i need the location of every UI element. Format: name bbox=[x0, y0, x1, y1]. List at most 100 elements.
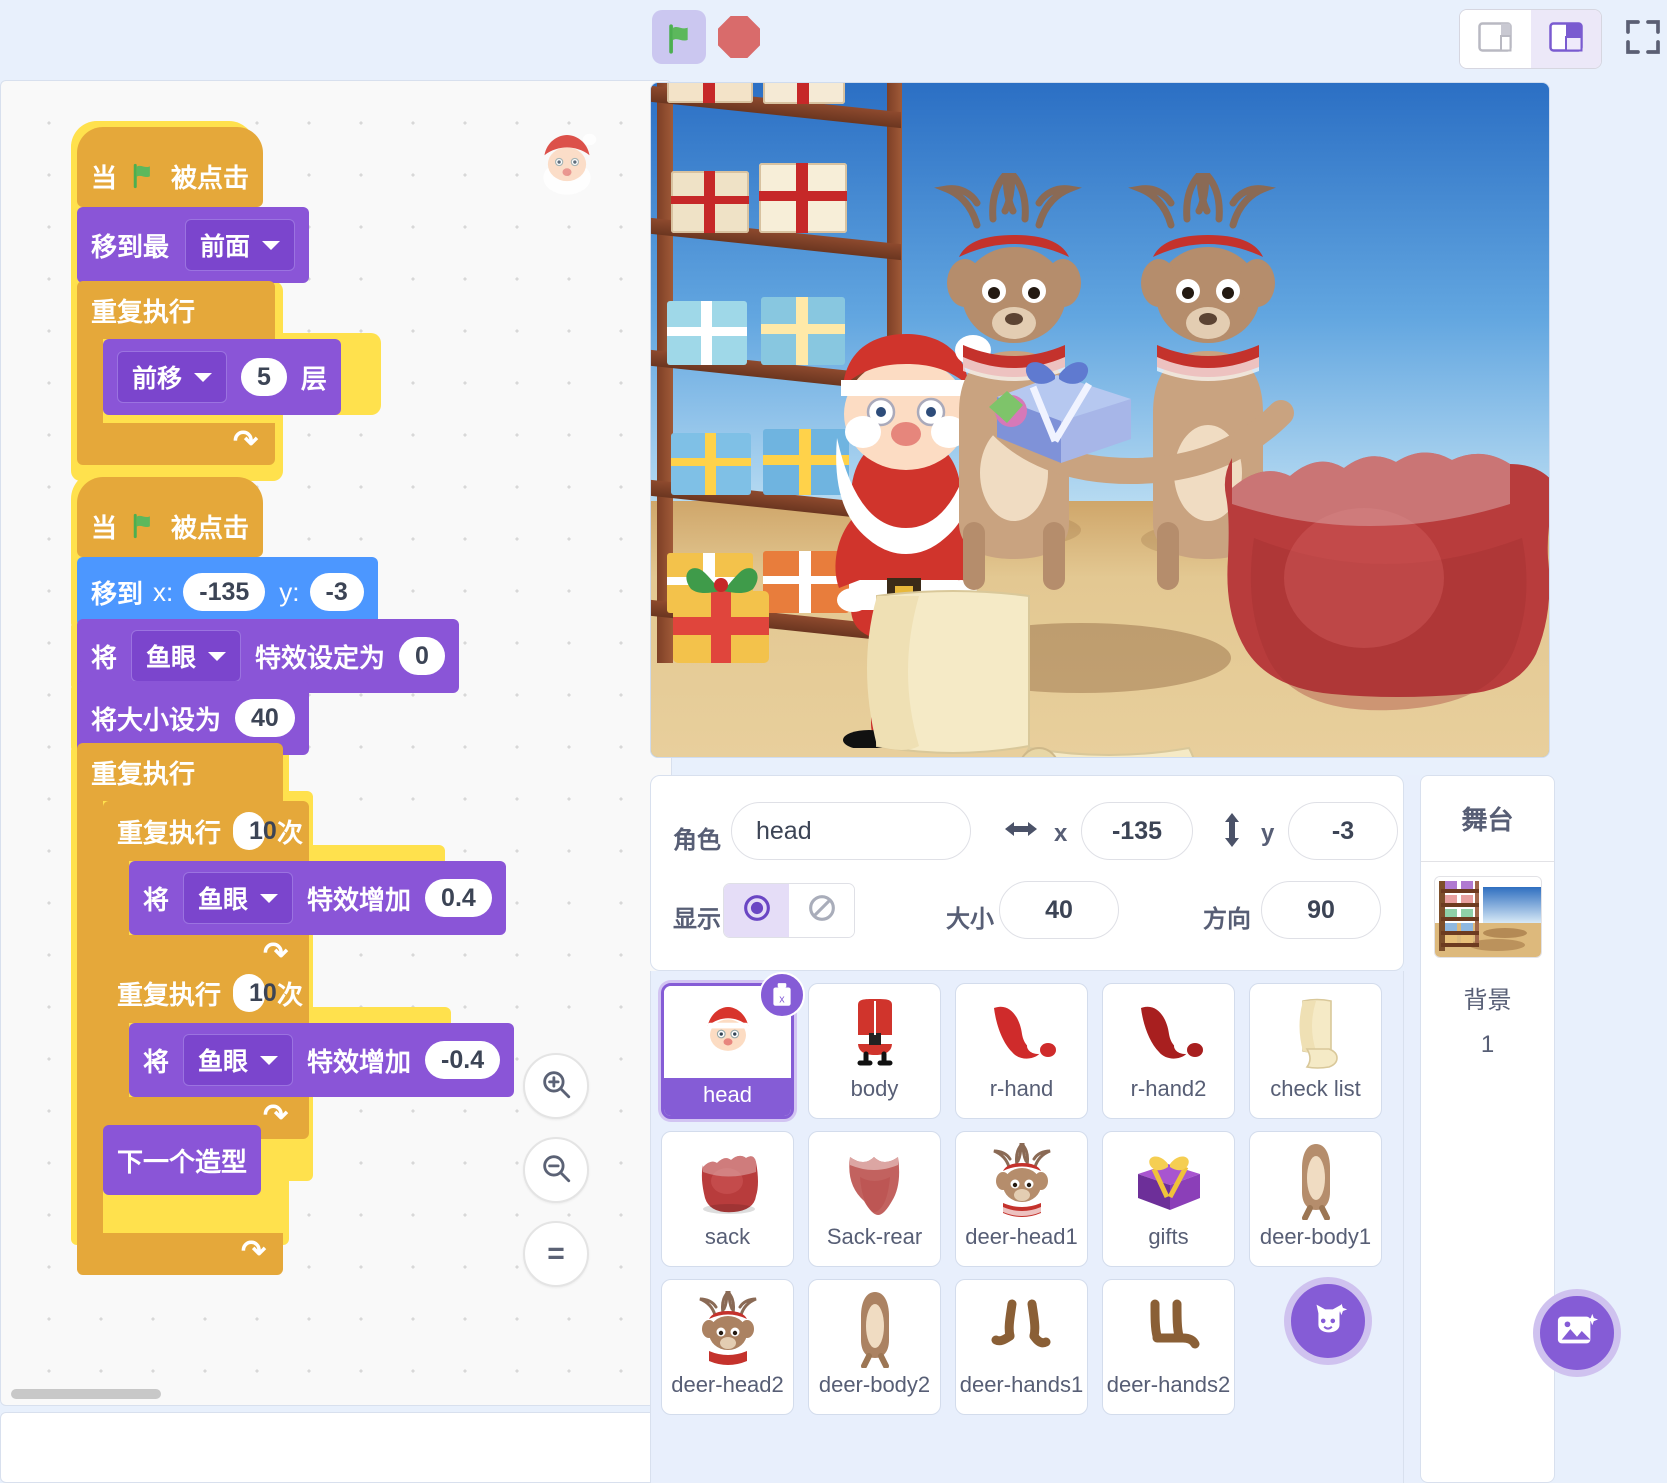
go-to-layer-label: 移到最 bbox=[91, 227, 169, 264]
sprite-card-deer-hands2[interactable]: deer-hands2 bbox=[1102, 1279, 1235, 1415]
sprite-thumb bbox=[1250, 1132, 1381, 1224]
top-toolbar bbox=[0, 0, 1667, 78]
sack-icon bbox=[693, 1147, 763, 1215]
green-flag-button[interactable] bbox=[652, 10, 706, 64]
x-input[interactable]: -135 bbox=[183, 573, 265, 611]
sprite-card-head[interactable]: x head bbox=[661, 983, 794, 1119]
sprite-card-deer-head2[interactable]: deer-head2 bbox=[661, 1279, 794, 1415]
sprite-name-value: head bbox=[756, 817, 812, 846]
when-flag-clicked-block[interactable]: 当 被点击 bbox=[77, 127, 263, 207]
sprite-card-label: sack bbox=[662, 1224, 793, 1250]
direction-input[interactable]: 90 bbox=[1261, 881, 1381, 939]
stop-button[interactable] bbox=[716, 14, 762, 60]
repeat-header-1[interactable]: 重复执行 10 次 bbox=[103, 801, 309, 861]
effect-dropdown-value: 鱼眼 bbox=[198, 880, 248, 916]
change-layer-block[interactable]: 前移 5 层 bbox=[103, 339, 341, 415]
zoom-out-icon bbox=[539, 1151, 573, 1190]
sprite-card-gifts[interactable]: gifts bbox=[1102, 1131, 1235, 1267]
change-layer-dropdown[interactable]: 前移 bbox=[117, 351, 227, 403]
gift-sprite bbox=[989, 351, 1139, 476]
sprite-thumb bbox=[1103, 1132, 1234, 1224]
forever-block-outer[interactable]: 重复执行 ↷ 重复执行 10 次 ↷ 将 鱼眼 bbox=[77, 743, 283, 801]
sprite-card-r-hand2[interactable]: r-hand2 bbox=[1102, 983, 1235, 1119]
repeat-count-input[interactable]: 10 bbox=[233, 974, 265, 1012]
next-costume-block[interactable]: 下一个造型 bbox=[103, 1125, 261, 1195]
sprite-card-label: Sack-rear bbox=[809, 1224, 940, 1250]
repeat-label-after: 次 bbox=[277, 975, 303, 1012]
add-sprite-button[interactable] bbox=[1284, 1277, 1372, 1365]
go-to-xy-block[interactable]: 移到 x: -135 y: -3 bbox=[77, 557, 378, 627]
svg-text:x: x bbox=[779, 994, 785, 1006]
chevron-down-icon bbox=[260, 1056, 278, 1065]
sprite-card-check-list[interactable]: check list bbox=[1249, 983, 1382, 1119]
effect-value-input[interactable]: 0 bbox=[399, 637, 445, 675]
y-input[interactable]: -3 bbox=[310, 573, 364, 611]
gift-package bbox=[667, 301, 747, 365]
zoom-reset-button[interactable]: = bbox=[523, 1221, 589, 1287]
code-workspace[interactable]: 当 被点击 移到最 前面 重复执行 ↷ bbox=[0, 80, 672, 1406]
show-sprite-button[interactable] bbox=[724, 884, 789, 937]
x-label: x: bbox=[153, 577, 173, 608]
sprite-card-deer-body1[interactable]: deer-body1 bbox=[1249, 1131, 1382, 1267]
size-input[interactable]: 40 bbox=[999, 881, 1119, 939]
sprite-card-label: deer-body2 bbox=[809, 1372, 940, 1398]
layer-dropdown[interactable]: 前面 bbox=[185, 219, 295, 271]
green-flag-icon bbox=[129, 161, 159, 191]
change-effect-block-negative[interactable]: 将 鱼眼 特效增加 -0.4 bbox=[129, 1023, 514, 1097]
scroll-icon bbox=[1289, 997, 1343, 1069]
large-stage-layout-button[interactable] bbox=[1531, 10, 1602, 68]
sprite-thumb bbox=[956, 1132, 1087, 1224]
go-to-front-block[interactable]: 移到最 前面 bbox=[77, 207, 309, 283]
gift-package bbox=[763, 82, 845, 104]
forever-header[interactable]: 重复执行 bbox=[77, 281, 275, 339]
deer-head-icon bbox=[987, 1143, 1057, 1219]
sprite-card-deer-hands1[interactable]: deer-hands1 bbox=[955, 1279, 1088, 1415]
sprite-card-sack-rear[interactable]: Sack-rear bbox=[808, 1131, 941, 1267]
deer-hands-icon bbox=[990, 1298, 1054, 1360]
chevron-down-icon bbox=[194, 373, 212, 382]
small-stage-layout-button[interactable] bbox=[1460, 10, 1531, 68]
y-input[interactable]: -3 bbox=[1288, 802, 1398, 860]
effect-dropdown[interactable]: 鱼眼 bbox=[131, 630, 241, 682]
x-input[interactable]: -135 bbox=[1081, 802, 1193, 860]
when-flag-clicked-block[interactable]: 当 被点击 bbox=[77, 477, 263, 557]
sprite-card-body[interactable]: body bbox=[808, 983, 941, 1119]
sprite-card-deer-head1[interactable]: deer-head1 bbox=[955, 1131, 1088, 1267]
stage-selector-panel: 舞台 背景 1 bbox=[1420, 775, 1555, 1483]
green-flag-icon bbox=[664, 22, 694, 52]
workspace-hscroll-thumb[interactable] bbox=[11, 1389, 161, 1399]
small-stage-layout-icon bbox=[1478, 22, 1512, 57]
stop-icon bbox=[718, 16, 760, 58]
repeat-block-2[interactable]: 重复执行 10 次 ↷ 将 鱼眼 特效增加 -0.4 bbox=[103, 963, 309, 1023]
repeat-count-input[interactable]: 10 bbox=[233, 812, 265, 850]
forever-header[interactable]: 重复执行 bbox=[77, 743, 283, 801]
add-backdrop-button[interactable] bbox=[1533, 1289, 1621, 1377]
delete-sprite-icon[interactable]: x bbox=[759, 972, 805, 1018]
effect-delta-input[interactable]: -0.4 bbox=[425, 1041, 500, 1079]
effect-dropdown[interactable]: 鱼眼 bbox=[183, 1034, 293, 1086]
backdrop-thumbnail[interactable] bbox=[1434, 876, 1542, 958]
stage-selector-title: 舞台 bbox=[1421, 776, 1554, 862]
gift-package bbox=[759, 163, 847, 233]
zoom-out-button[interactable] bbox=[523, 1137, 589, 1203]
sprite-card-sack[interactable]: sack bbox=[661, 1131, 794, 1267]
layer-count-input[interactable]: 5 bbox=[241, 358, 287, 396]
sprite-name-input[interactable]: head bbox=[731, 802, 971, 860]
repeat-header-2[interactable]: 重复执行 10 次 bbox=[103, 963, 309, 1023]
hide-sprite-button[interactable] bbox=[789, 884, 854, 937]
change-effect-block-positive[interactable]: 将 鱼眼 特效增加 0.4 bbox=[129, 861, 506, 935]
effect-delta-input[interactable]: 0.4 bbox=[425, 879, 492, 917]
size-input[interactable]: 40 bbox=[235, 699, 295, 737]
repeat-block-1[interactable]: 重复执行 10 次 ↷ 将 鱼眼 特效增加 0.4 bbox=[103, 801, 309, 861]
forever-block[interactable]: 重复执行 ↷ 前移 5 层 bbox=[77, 281, 275, 339]
sprite-card-deer-body2[interactable]: deer-body2 bbox=[808, 1279, 941, 1415]
stage-canvas[interactable] bbox=[650, 82, 1550, 758]
zoom-in-button[interactable] bbox=[523, 1053, 589, 1119]
repeat-label-before: 重复执行 bbox=[117, 813, 221, 850]
repeat-label-after: 次 bbox=[277, 813, 303, 850]
sprite-info-panel: 角色 head x -135 y -3 显示 bbox=[650, 775, 1404, 971]
sprite-thumb bbox=[1103, 1280, 1234, 1372]
sprite-card-r-hand[interactable]: r-hand bbox=[955, 983, 1088, 1119]
fullscreen-button[interactable] bbox=[1613, 9, 1667, 69]
effect-dropdown[interactable]: 鱼眼 bbox=[183, 872, 293, 924]
